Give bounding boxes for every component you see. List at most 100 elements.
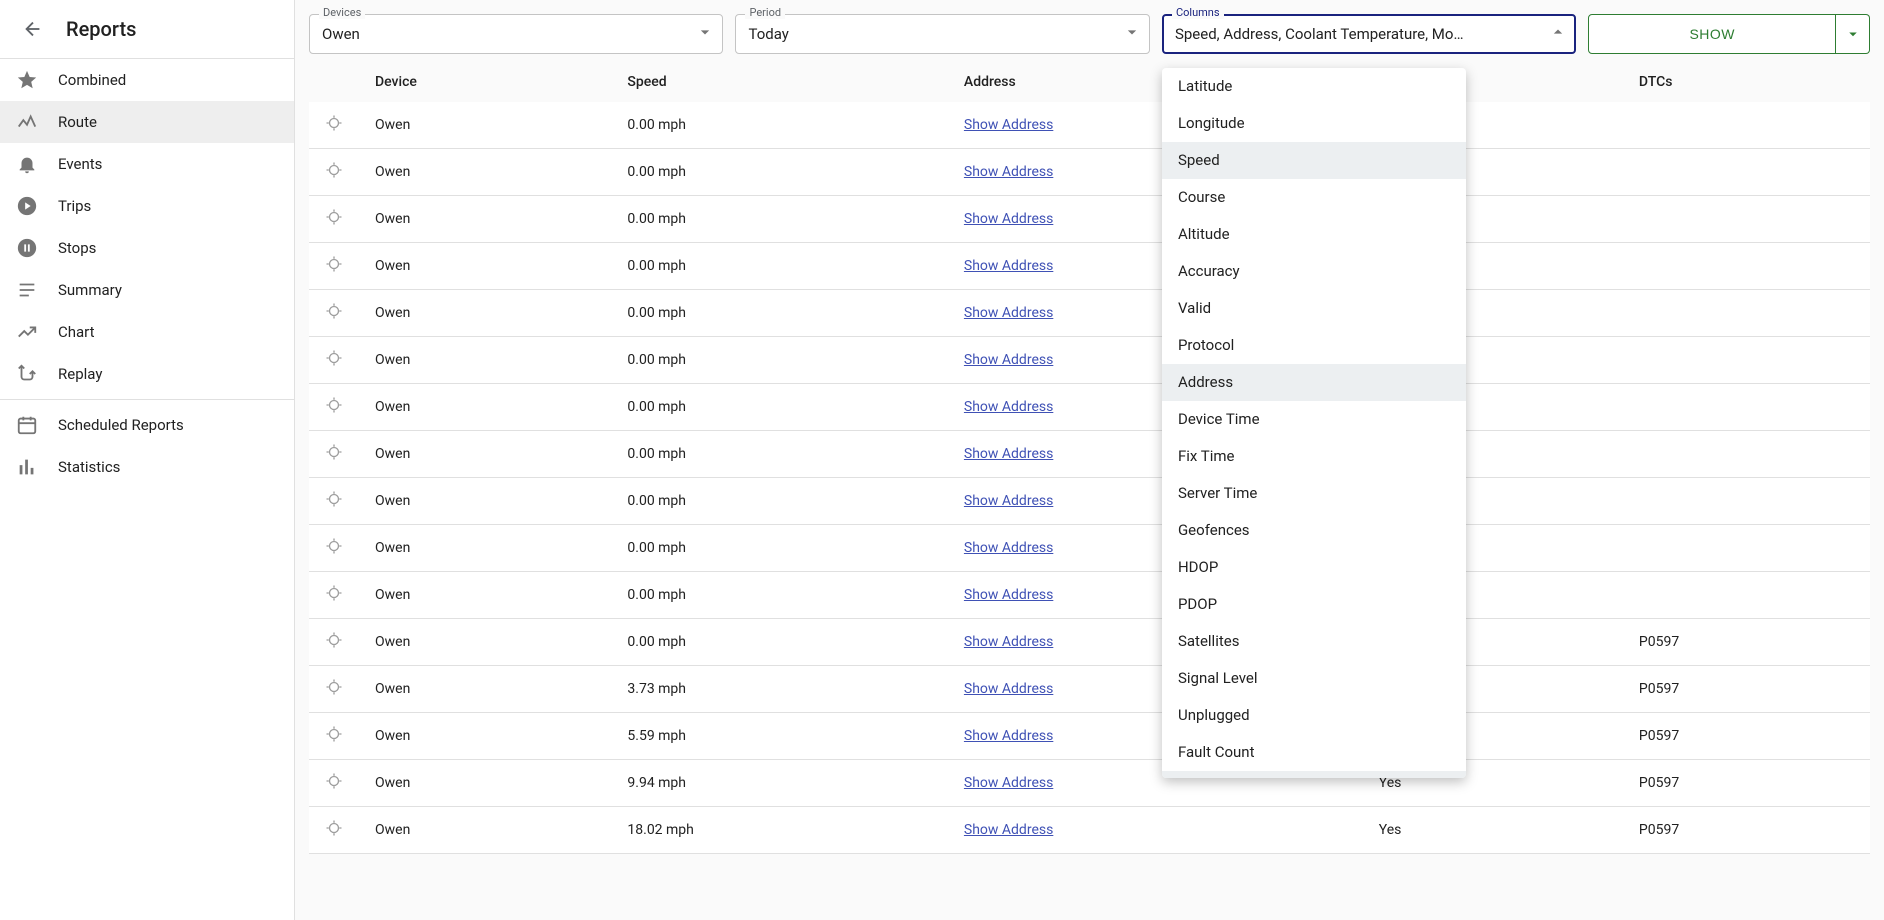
table-row[interactable]: Owen5.59 mphShow AddressYesP0597 bbox=[309, 713, 1870, 760]
columns-option-fault-count[interactable]: Fault Count bbox=[1162, 734, 1466, 771]
show-address-link[interactable]: Show Address bbox=[964, 634, 1053, 650]
cell-device: Owen bbox=[359, 478, 611, 525]
period-select[interactable]: Today bbox=[735, 14, 1149, 54]
cell-device: Owen bbox=[359, 760, 611, 807]
cell-dtcs bbox=[1623, 431, 1870, 478]
sidebar-item-summary[interactable]: Summary bbox=[0, 269, 294, 311]
table-row[interactable]: Owen0.00 mphShow AddressNo bbox=[309, 384, 1870, 431]
row-gps-icon-cell bbox=[309, 760, 359, 807]
cell-speed: 0.00 mph bbox=[611, 572, 948, 619]
table-row[interactable]: Owen0.00 mphShow AddressNo bbox=[309, 196, 1870, 243]
table-row[interactable]: Owen0.00 mphShow AddressNo bbox=[309, 102, 1870, 149]
cell-speed: 0.00 mph bbox=[611, 196, 948, 243]
sidebar-item-events[interactable]: Events bbox=[0, 143, 294, 185]
show-address-link[interactable]: Show Address bbox=[964, 775, 1053, 791]
show-address-link[interactable]: Show Address bbox=[964, 164, 1053, 180]
table-row[interactable]: Owen0.00 mphShow AddressYes bbox=[309, 572, 1870, 619]
columns-option-satellites[interactable]: Satellites bbox=[1162, 623, 1466, 660]
columns-option-hdop[interactable]: HDOP bbox=[1162, 549, 1466, 586]
columns-field[interactable]: Columns Speed, Address, Coolant Temperat… bbox=[1162, 14, 1576, 54]
columns-option-server-time[interactable]: Server Time bbox=[1162, 475, 1466, 512]
sidebar-extra-statistics[interactable]: Statistics bbox=[0, 446, 294, 488]
cell-speed: 3.73 mph bbox=[611, 666, 948, 713]
sidebar: Reports CombinedRouteEventsTripsStopsSum… bbox=[0, 0, 295, 920]
gps-fix-icon bbox=[325, 161, 343, 179]
columns-option-course[interactable]: Course bbox=[1162, 179, 1466, 216]
columns-option-fix-time[interactable]: Fix Time bbox=[1162, 438, 1466, 475]
cell-speed: 0.00 mph bbox=[611, 243, 948, 290]
columns-select[interactable]: Speed, Address, Coolant Temperature, Mo… bbox=[1162, 14, 1576, 54]
table-row[interactable]: Owen0.00 mphShow AddressNo bbox=[309, 243, 1870, 290]
devices-field[interactable]: Devices Owen bbox=[309, 14, 723, 54]
period-field[interactable]: Period Today bbox=[735, 14, 1149, 54]
show-address-link[interactable]: Show Address bbox=[964, 540, 1053, 556]
trend-icon bbox=[16, 321, 38, 343]
columns-option-address[interactable]: Address bbox=[1162, 364, 1466, 401]
columns-option-signal-level[interactable]: Signal Level bbox=[1162, 660, 1466, 697]
table-row[interactable]: Owen0.00 mphShow AddressNo bbox=[309, 525, 1870, 572]
show-address-link[interactable]: Show Address bbox=[964, 822, 1053, 838]
columns-option-altitude[interactable]: Altitude bbox=[1162, 216, 1466, 253]
table-row[interactable]: Owen9.94 mphShow AddressYesP0597 bbox=[309, 760, 1870, 807]
show-address-link[interactable]: Show Address bbox=[964, 211, 1053, 227]
table-row[interactable]: Owen0.00 mphShow AddressNo bbox=[309, 431, 1870, 478]
columns-option-device-time[interactable]: Device Time bbox=[1162, 401, 1466, 438]
sidebar-item-stops[interactable]: Stops bbox=[0, 227, 294, 269]
columns-option-coolant-temperature[interactable]: Coolant Temperature bbox=[1162, 771, 1466, 778]
table-row[interactable]: Owen3.73 mphShow AddressYesP0597 bbox=[309, 666, 1870, 713]
columns-option-protocol[interactable]: Protocol bbox=[1162, 327, 1466, 364]
gps-fix-icon bbox=[325, 490, 343, 508]
table-row[interactable]: Owen0.00 mphShow AddressNo bbox=[309, 337, 1870, 384]
table-row[interactable]: Owen0.00 mphShow AddressYesP0597 bbox=[309, 619, 1870, 666]
columns-option-unplugged[interactable]: Unplugged bbox=[1162, 697, 1466, 734]
sidebar-item-chart[interactable]: Chart bbox=[0, 311, 294, 353]
timeline-icon bbox=[16, 111, 38, 133]
devices-select[interactable]: Owen bbox=[309, 14, 723, 54]
show-button[interactable]: SHOW bbox=[1588, 14, 1836, 54]
columns-option-pdop[interactable]: PDOP bbox=[1162, 586, 1466, 623]
show-address-link[interactable]: Show Address bbox=[964, 352, 1053, 368]
columns-option-longitude[interactable]: Longitude bbox=[1162, 105, 1466, 142]
show-address-link[interactable]: Show Address bbox=[964, 446, 1053, 462]
gps-fix-icon bbox=[325, 396, 343, 414]
columns-option-latitude[interactable]: Latitude bbox=[1162, 68, 1466, 105]
nav-list-extra: Scheduled ReportsStatistics bbox=[0, 404, 294, 488]
cell-dtcs: P0597 bbox=[1623, 807, 1870, 854]
table-wrap[interactable]: Device Speed Address Motion DTCs Owen0.0… bbox=[295, 62, 1884, 920]
sidebar-extra-scheduled-reports[interactable]: Scheduled Reports bbox=[0, 404, 294, 446]
sidebar-item-trips[interactable]: Trips bbox=[0, 185, 294, 227]
columns-option-speed[interactable]: Speed bbox=[1162, 142, 1466, 179]
back-button[interactable] bbox=[16, 12, 50, 46]
route-icon bbox=[16, 363, 38, 385]
table-row[interactable]: Owen0.00 mphShow AddressNo bbox=[309, 290, 1870, 337]
cell-device: Owen bbox=[359, 572, 611, 619]
show-address-link[interactable]: Show Address bbox=[964, 728, 1053, 744]
show-address-link[interactable]: Show Address bbox=[964, 587, 1053, 603]
show-address-link[interactable]: Show Address bbox=[964, 493, 1053, 509]
table-row[interactable]: Owen18.02 mphShow AddressYesP0597 bbox=[309, 807, 1870, 854]
show-address-link[interactable]: Show Address bbox=[964, 681, 1053, 697]
star-icon bbox=[16, 69, 38, 91]
show-address-link[interactable]: Show Address bbox=[964, 399, 1053, 415]
columns-option-geofences[interactable]: Geofences bbox=[1162, 512, 1466, 549]
nav-label: Route bbox=[58, 113, 97, 131]
columns-option-valid[interactable]: Valid bbox=[1162, 290, 1466, 327]
columns-dropdown[interactable]: LatitudeLongitudeSpeedCourseAltitudeAccu… bbox=[1162, 68, 1466, 778]
sidebar-item-replay[interactable]: Replay bbox=[0, 353, 294, 395]
sidebar-item-combined[interactable]: Combined bbox=[0, 59, 294, 101]
show-address-link[interactable]: Show Address bbox=[964, 305, 1053, 321]
show-address-link[interactable]: Show Address bbox=[964, 117, 1053, 133]
nav-label: Summary bbox=[58, 281, 122, 299]
sidebar-item-route[interactable]: Route bbox=[0, 101, 294, 143]
table-row[interactable]: Owen0.00 mphShow AddressNo bbox=[309, 149, 1870, 196]
columns-label: Columns bbox=[1172, 6, 1224, 19]
col-dtcs-header: DTCs bbox=[1623, 62, 1870, 102]
columns-option-accuracy[interactable]: Accuracy bbox=[1162, 253, 1466, 290]
cell-speed: 5.59 mph bbox=[611, 713, 948, 760]
row-gps-icon-cell bbox=[309, 713, 359, 760]
show-dropdown-button[interactable] bbox=[1836, 14, 1870, 54]
table-row[interactable]: Owen0.00 mphShow AddressNo bbox=[309, 478, 1870, 525]
gps-fix-icon bbox=[325, 819, 343, 837]
cell-device: Owen bbox=[359, 337, 611, 384]
show-address-link[interactable]: Show Address bbox=[964, 258, 1053, 274]
